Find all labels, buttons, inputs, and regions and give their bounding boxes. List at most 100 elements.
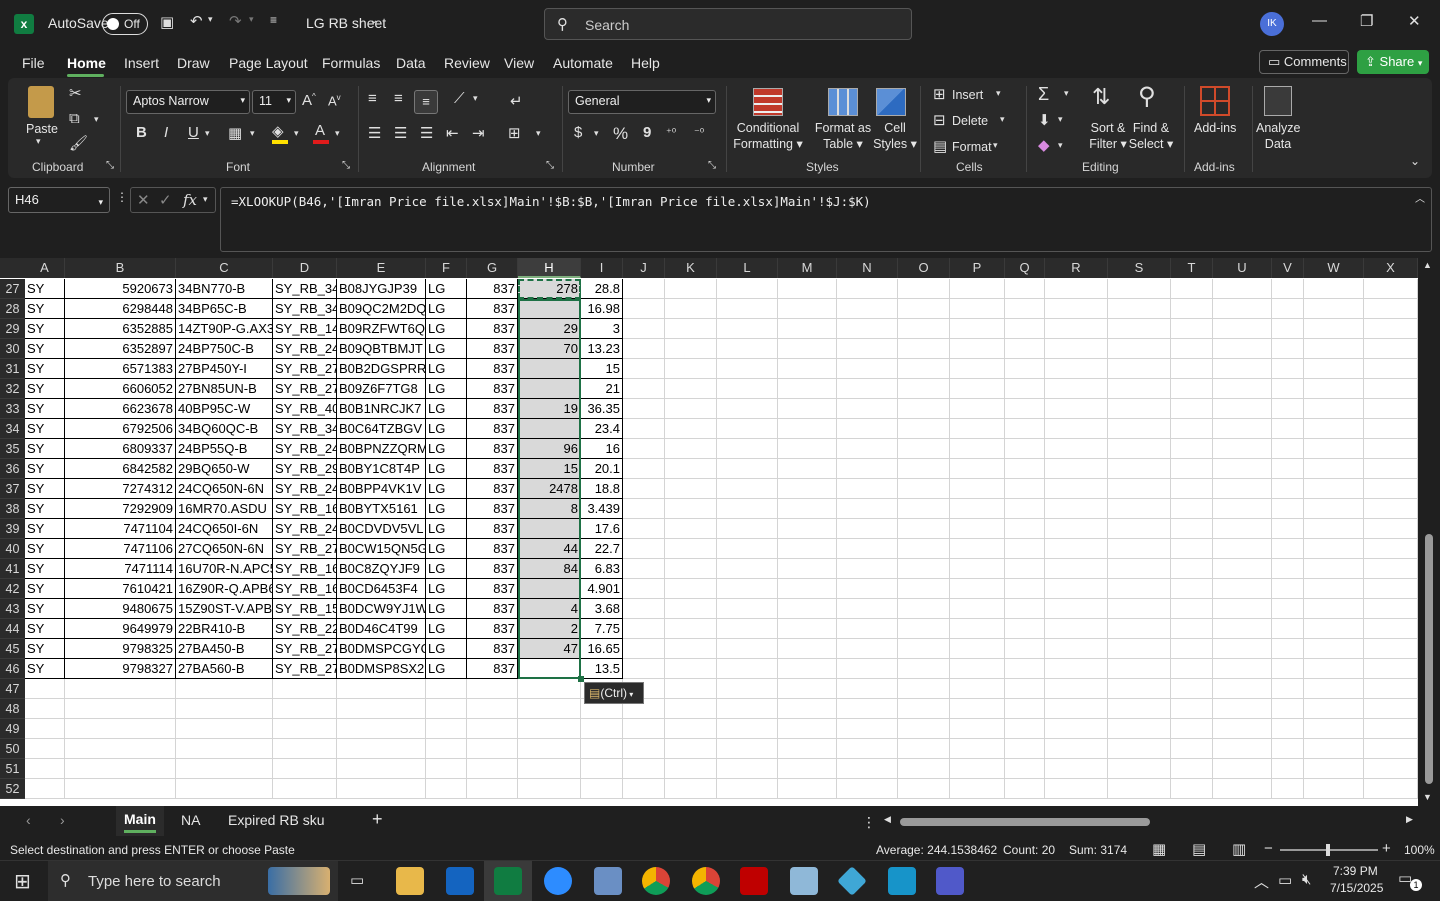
empty-cell[interactable] bbox=[581, 759, 623, 779]
empty-cell[interactable] bbox=[1171, 659, 1213, 679]
empty-cell[interactable] bbox=[1108, 279, 1171, 299]
empty-cell[interactable] bbox=[1213, 439, 1272, 459]
cell-c-34[interactable]: 34BQ60QC-B bbox=[176, 419, 273, 439]
cell-g-34[interactable]: 837 bbox=[467, 419, 518, 439]
cell-b-32[interactable]: 6606052 bbox=[65, 379, 176, 399]
empty-cell[interactable] bbox=[1272, 739, 1304, 759]
cell-g-40[interactable]: 837 bbox=[467, 539, 518, 559]
paste-options-button[interactable]: ▤(Ctrl) ▾ bbox=[584, 682, 644, 704]
cell-a-40[interactable]: SY bbox=[25, 539, 65, 559]
empty-cell[interactable] bbox=[778, 379, 837, 399]
empty-cell[interactable] bbox=[1304, 579, 1364, 599]
cell-d-46[interactable]: SY_RB_27E bbox=[273, 659, 337, 679]
empty-cell[interactable] bbox=[898, 299, 950, 319]
empty-cell[interactable] bbox=[837, 639, 898, 659]
tray-chevron-icon[interactable]: ︿ bbox=[1254, 871, 1269, 892]
collapse-formula-icon[interactable]: ︿ bbox=[1415, 190, 1425, 205]
empty-cell[interactable] bbox=[837, 699, 898, 719]
empty-cell[interactable] bbox=[1045, 739, 1108, 759]
tab-automate[interactable]: Automate bbox=[553, 55, 613, 71]
empty-cell[interactable] bbox=[518, 759, 581, 779]
empty-cell[interactable] bbox=[950, 539, 1005, 559]
empty-cell[interactable] bbox=[717, 679, 778, 699]
empty-cell[interactable] bbox=[1045, 559, 1108, 579]
cell-e-44[interactable]: B0D46C4T99 bbox=[337, 619, 426, 639]
merge-center-icon[interactable]: ⊞ bbox=[508, 124, 521, 142]
empty-cell[interactable] bbox=[623, 519, 665, 539]
redo-icon[interactable]: ↷ bbox=[229, 12, 242, 30]
empty-cell[interactable] bbox=[1108, 459, 1171, 479]
empty-cell[interactable] bbox=[950, 299, 1005, 319]
empty-cell[interactable] bbox=[778, 539, 837, 559]
empty-cell[interactable] bbox=[950, 459, 1005, 479]
empty-cell[interactable] bbox=[25, 679, 65, 699]
paste-chevron-icon[interactable]: ▾ bbox=[36, 136, 41, 147]
empty-cell[interactable] bbox=[717, 419, 778, 439]
empty-cell[interactable] bbox=[337, 779, 426, 799]
empty-cell[interactable] bbox=[1045, 459, 1108, 479]
empty-cell[interactable] bbox=[1045, 299, 1108, 319]
cell-i-32[interactable]: 21 bbox=[581, 379, 623, 399]
empty-cell[interactable] bbox=[837, 679, 898, 699]
empty-cell[interactable] bbox=[623, 739, 665, 759]
chrome-icon[interactable] bbox=[642, 867, 670, 895]
column-header-u[interactable]: U bbox=[1213, 258, 1272, 278]
empty-cell[interactable] bbox=[898, 759, 950, 779]
cell-f-46[interactable]: LG bbox=[426, 659, 467, 679]
empty-cell[interactable] bbox=[950, 479, 1005, 499]
customize-qat-icon[interactable]: ≡ bbox=[270, 13, 277, 27]
cell-i-27[interactable]: 28.8 bbox=[581, 279, 623, 299]
cell-a-36[interactable]: SY bbox=[25, 459, 65, 479]
empty-cell[interactable] bbox=[1045, 479, 1108, 499]
empty-cell[interactable] bbox=[837, 759, 898, 779]
empty-cell[interactable] bbox=[1364, 339, 1418, 359]
empty-cell[interactable] bbox=[1108, 779, 1171, 799]
empty-cell[interactable] bbox=[898, 339, 950, 359]
fill-chevron-icon[interactable]: ▾ bbox=[294, 128, 299, 139]
cell-i-41[interactable]: 6.83 bbox=[581, 559, 623, 579]
clock-date[interactable]: 7/15/2025 bbox=[1330, 881, 1383, 895]
empty-cell[interactable] bbox=[950, 619, 1005, 639]
empty-cell[interactable] bbox=[1364, 739, 1418, 759]
empty-cell[interactable] bbox=[1304, 699, 1364, 719]
cell-a-45[interactable]: SY bbox=[25, 639, 65, 659]
empty-cell[interactable] bbox=[837, 479, 898, 499]
cancel-icon[interactable]: ✕ bbox=[137, 191, 150, 209]
empty-cell[interactable] bbox=[176, 719, 273, 739]
cell-a-30[interactable]: SY bbox=[25, 339, 65, 359]
empty-cell[interactable] bbox=[467, 719, 518, 739]
column-header-i[interactable]: I bbox=[581, 258, 623, 278]
alignment-launcher-icon[interactable]: ⤡ bbox=[546, 160, 554, 171]
empty-cell[interactable] bbox=[898, 599, 950, 619]
column-header-x[interactable]: X bbox=[1364, 258, 1418, 278]
empty-cell[interactable] bbox=[1304, 339, 1364, 359]
status-count[interactable]: Count: 20 bbox=[1003, 843, 1055, 857]
empty-cell[interactable] bbox=[950, 639, 1005, 659]
empty-cell[interactable] bbox=[898, 319, 950, 339]
undo-icon[interactable]: ↶ bbox=[190, 12, 203, 30]
empty-cell[interactable] bbox=[1005, 399, 1045, 419]
windows-start-icon[interactable]: ⊞ bbox=[14, 869, 31, 894]
empty-cell[interactable] bbox=[950, 339, 1005, 359]
empty-cell[interactable] bbox=[1108, 559, 1171, 579]
cell-g-43[interactable]: 837 bbox=[467, 599, 518, 619]
cell-c-41[interactable]: 16U70R-N.APC5 bbox=[176, 559, 273, 579]
empty-cell[interactable] bbox=[1272, 319, 1304, 339]
empty-cell[interactable] bbox=[665, 539, 717, 559]
empty-cell[interactable] bbox=[1272, 439, 1304, 459]
row-header[interactable]: 52 bbox=[0, 779, 25, 799]
empty-cell[interactable] bbox=[1304, 499, 1364, 519]
cell-g-37[interactable]: 837 bbox=[467, 479, 518, 499]
volume-muted-icon[interactable]: 🔇︎ bbox=[1302, 871, 1311, 888]
empty-cell[interactable] bbox=[426, 759, 467, 779]
empty-cell[interactable] bbox=[623, 399, 665, 419]
column-header-a[interactable]: A bbox=[25, 258, 65, 278]
empty-cell[interactable] bbox=[898, 459, 950, 479]
empty-cell[interactable] bbox=[1045, 499, 1108, 519]
empty-cell[interactable] bbox=[778, 299, 837, 319]
empty-cell[interactable] bbox=[1304, 459, 1364, 479]
empty-cell[interactable] bbox=[898, 779, 950, 799]
empty-cell[interactable] bbox=[1171, 579, 1213, 599]
empty-cell[interactable] bbox=[778, 519, 837, 539]
row-header[interactable]: 43 bbox=[0, 599, 25, 619]
